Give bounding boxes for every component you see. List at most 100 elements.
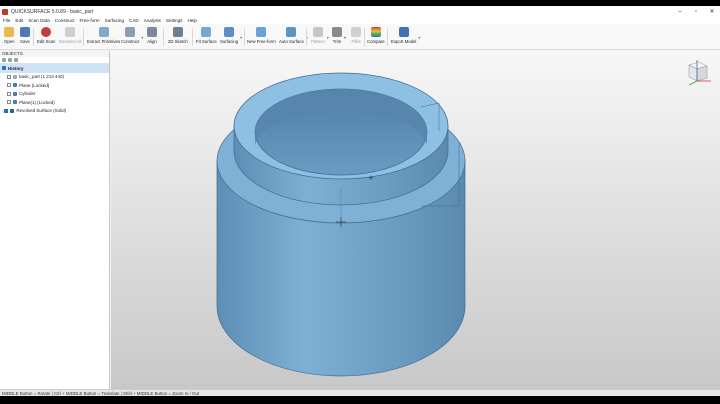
2d-sketch-button[interactable]: 2D Sketch	[168, 27, 188, 49]
menu-scan-data[interactable]: Scan Data	[28, 18, 49, 23]
open-button[interactable]: Open	[4, 27, 15, 49]
minimize-icon[interactable]: –	[672, 6, 688, 17]
surfacing-button[interactable]: Surfacing ▾	[220, 27, 242, 49]
edit-scan-button[interactable]: Edit Scan	[37, 27, 55, 49]
save-button[interactable]: Save	[20, 27, 30, 49]
tree-item-revolved-surface[interactable]: › Revolved Surface (Solid)	[0, 107, 109, 116]
tree-item-label: basic_part (1 213 440)	[19, 74, 65, 80]
menu-help[interactable]: Help	[187, 18, 196, 23]
revolve-icon	[10, 108, 15, 113]
app-window: QUICKSURFACE 5.0.89 - basic_part – ▫ ✕ F…	[0, 6, 720, 396]
construct-icon	[125, 27, 136, 37]
align-button[interactable]: Align	[147, 27, 157, 49]
menu-settings[interactable]: Settings	[166, 18, 183, 23]
view-cube-icon[interactable]	[688, 60, 711, 86]
objects-panel: OBJECTS History basic_part (1 213 440) P…	[0, 51, 110, 389]
tree-item-label: Cylinder	[19, 91, 36, 97]
toolbar-separator	[33, 28, 34, 46]
deselect-all-button[interactable]: Deselect All	[59, 27, 81, 49]
auto-surface-button[interactable]: Auto Surface▾	[279, 27, 308, 49]
toolbar-separator	[387, 28, 388, 46]
3d-viewport[interactable]: +	[111, 51, 720, 389]
extract-primitives-button[interactable]: Extract Primitives	[87, 27, 120, 49]
app-logo-icon	[2, 8, 8, 15]
visibility-checkbox[interactable]	[4, 108, 9, 113]
tree-history[interactable]: History	[0, 64, 109, 73]
tree-item-label: Revolved Surface (Solid)	[16, 108, 67, 114]
toolbar-separator	[364, 28, 365, 46]
chevron-down-icon[interactable]: ▾	[141, 35, 143, 40]
tree-item-basic-part[interactable]: basic_part (1 213 440)	[0, 73, 109, 82]
free-form-icon	[256, 27, 267, 37]
fillet-icon	[351, 27, 361, 37]
visibility-checkbox[interactable]	[7, 91, 11, 96]
model-render: +	[216, 60, 711, 377]
pattern-icon	[312, 27, 323, 37]
menu-edit[interactable]: Edit	[15, 18, 23, 23]
deselect-icon	[65, 27, 76, 37]
folder-icon	[4, 27, 15, 37]
window-controls: – ▫ ✕	[672, 6, 720, 17]
deviation-color-map-icon	[370, 27, 381, 37]
export-icon	[398, 27, 409, 37]
fit-surface-icon	[201, 27, 212, 37]
chevron-down-icon[interactable]: ▾	[418, 35, 420, 40]
show-icon[interactable]	[2, 58, 6, 62]
compare-button[interactable]: Compare	[367, 27, 385, 49]
settings-icon[interactable]	[14, 58, 18, 62]
objects-toolbar	[0, 57, 109, 64]
toolbar-separator	[306, 28, 307, 46]
fillet-button[interactable]: Fillet	[351, 27, 361, 49]
maximize-icon[interactable]: ▫	[688, 6, 704, 17]
trim-icon	[332, 27, 342, 37]
export-model-button[interactable]: Export Model ▾	[391, 27, 420, 49]
toolbar-separator	[192, 28, 193, 46]
floppy-disk-icon	[20, 27, 30, 37]
visibility-checkbox[interactable]	[7, 100, 11, 105]
new-free-form-button[interactable]: New Free-form	[247, 27, 276, 49]
surfacing-icon	[224, 27, 235, 37]
chevron-down-icon[interactable]: ▾	[327, 35, 329, 40]
menu-file[interactable]: File	[3, 18, 10, 23]
toolbar: Open Save Edit Scan Deselect All Extract…	[0, 24, 720, 50]
menu-construct[interactable]: Construct	[55, 18, 75, 23]
menu-bar: File Edit Scan Data Construct Free-form …	[0, 17, 720, 24]
fit-surface-button[interactable]: Fit Surface	[196, 27, 217, 49]
menu-free-form[interactable]: Free-form	[79, 18, 99, 23]
toolbar-separator	[163, 28, 164, 46]
history-icon	[2, 66, 6, 71]
chevron-right-icon[interactable]: ›	[2, 108, 3, 113]
mesh-icon	[13, 74, 17, 79]
history-label: History	[8, 65, 24, 71]
status-text: MIDDLE Button = Rotate | Ctrl + MIDDLE B…	[2, 390, 200, 396]
sketch-icon	[172, 27, 183, 37]
tree-item-plane-1[interactable]: Plane(1) (Locked)	[0, 98, 109, 107]
construct-button[interactable]: Construct ▾	[121, 27, 143, 49]
close-icon[interactable]: ✕	[704, 6, 720, 17]
tree-item-cylinder[interactable]: Cylinder	[0, 90, 109, 99]
title-bar: QUICKSURFACE 5.0.89 - basic_part – ▫ ✕	[0, 6, 720, 17]
toolbar-separator	[83, 28, 84, 46]
visibility-checkbox[interactable]	[7, 83, 11, 88]
tree-item-label: Plane (Locked)	[19, 82, 50, 88]
trim-button[interactable]: Trim ▾	[332, 27, 346, 49]
scan-ball-icon	[41, 27, 52, 37]
cursor-icon: +	[368, 174, 374, 182]
align-icon	[147, 27, 157, 37]
menu-surfacing[interactable]: Surfacing	[105, 18, 124, 23]
pattern-button[interactable]: Pattern ▾	[311, 27, 329, 49]
chevron-down-icon[interactable]: ▾	[344, 35, 346, 40]
chevron-down-icon[interactable]: ▾	[240, 35, 242, 40]
auto-surface-icon	[286, 27, 297, 37]
visibility-checkbox[interactable]	[7, 74, 11, 79]
window-title: QUICKSURFACE 5.0.89 - basic_part	[11, 8, 94, 15]
filter-icon[interactable]	[8, 58, 12, 62]
plane-icon	[13, 83, 17, 88]
status-bar: MIDDLE Button = Rotate | Ctrl + MIDDLE B…	[0, 389, 720, 396]
menu-cad[interactable]: CAD	[129, 18, 139, 23]
menu-analysis[interactable]: Analysis	[144, 18, 161, 23]
tree-item-plane[interactable]: Plane (Locked)	[0, 81, 109, 90]
primitives-icon	[98, 27, 109, 37]
toolbar-separator	[244, 28, 245, 46]
plane-icon	[13, 100, 17, 105]
